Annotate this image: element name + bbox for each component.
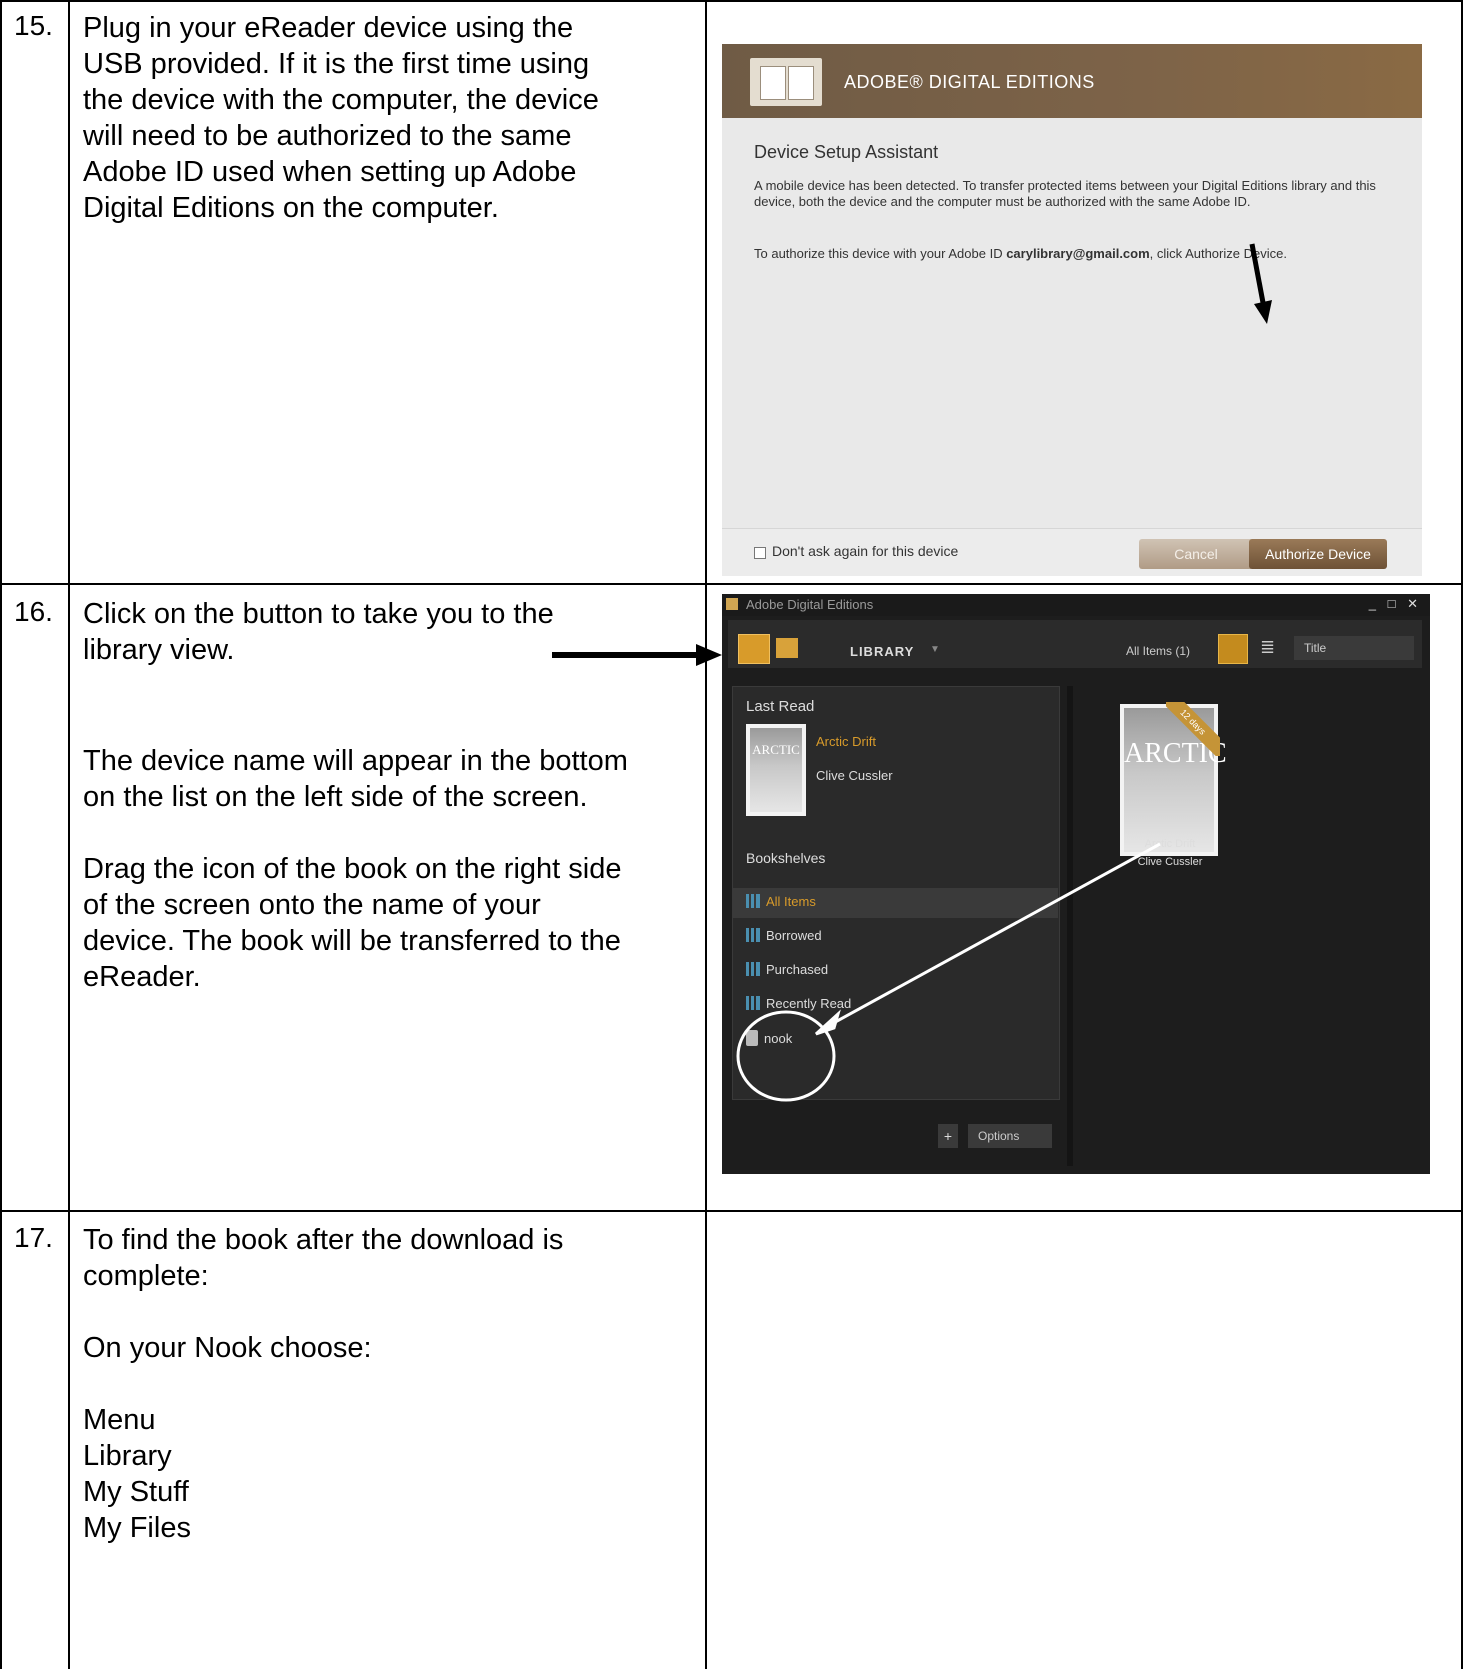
dont-ask-checkbox[interactable]: [754, 547, 766, 559]
arrow-right-icon: [552, 644, 722, 666]
table-row-divider-2: [0, 1210, 1463, 1212]
drag-annotation-overlay: [736, 842, 1161, 1102]
arrow-down-icon: [1249, 243, 1272, 324]
device-circle-highlight: [736, 1010, 836, 1102]
step-text-continued: The device name will appear in the botto…: [83, 745, 628, 993]
step-number: 15.: [14, 10, 53, 41]
drag-arrow-line: [827, 842, 1161, 1028]
adobe-id: carylibrary@gmail.com: [1006, 246, 1150, 261]
authorize-device-button[interactable]: Authorize Device: [1249, 539, 1387, 569]
dont-ask-label: Don't ask again for this device: [772, 543, 959, 559]
brand-title: ADOBE® DIGITAL EDITIONS: [844, 72, 1095, 92]
dialog-paragraph: A mobile device has been detected. To tr…: [754, 178, 1376, 209]
dialog-paragraph-authorize: To authorize this device with your Adobe…: [754, 246, 1394, 262]
step-number: 16.: [14, 596, 53, 627]
device-setup-dialog: ADOBE® DIGITAL EDITIONS Device Setup Ass…: [722, 44, 1422, 576]
table-border-mid: [705, 0, 707, 1669]
dialog-header: ADOBE® DIGITAL EDITIONS: [722, 44, 1422, 118]
dialog-heading: Device Setup Assistant: [754, 142, 939, 162]
table-border-num: [68, 0, 70, 1669]
step-text: To find the book after the download is c…: [83, 1224, 564, 1544]
table-row-divider-1: [0, 583, 1463, 585]
step-text: Plug in your eReader device using the US…: [83, 12, 599, 224]
cancel-button[interactable]: Cancel: [1139, 539, 1253, 569]
table-border-right: [1461, 0, 1463, 1669]
step-number: 17.: [14, 1222, 53, 1253]
book-logo-icon: [750, 58, 822, 106]
table-border-top: [0, 0, 1463, 2]
table-border-left: [0, 0, 2, 1669]
authorize-prefix: To authorize this device with your Adobe…: [754, 246, 1007, 261]
